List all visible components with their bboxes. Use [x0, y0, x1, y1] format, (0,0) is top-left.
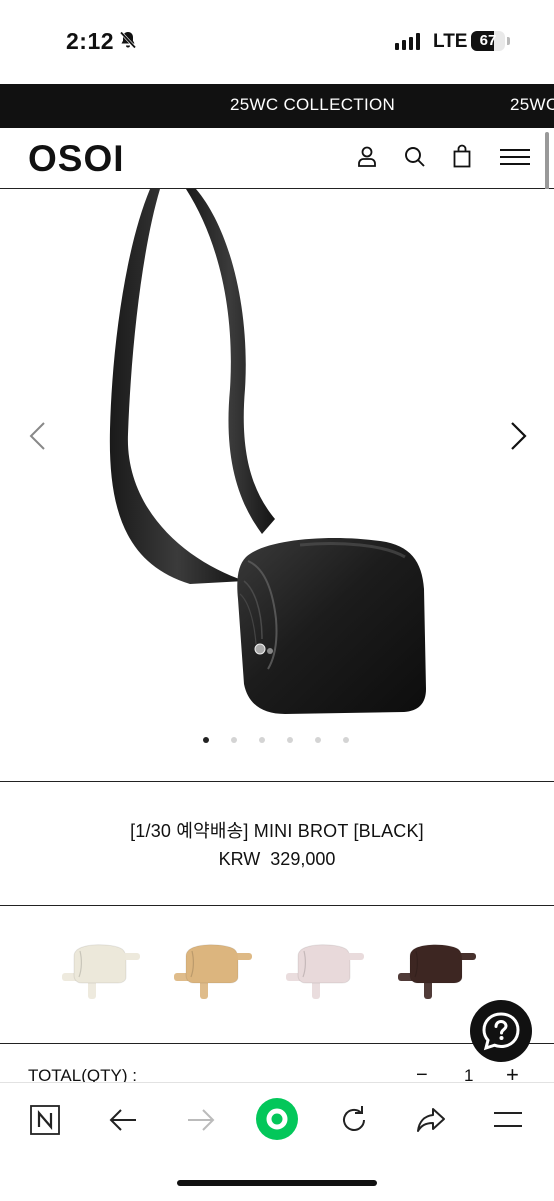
bell-muted-icon [118, 30, 138, 55]
product-name: [1/30 예약배송] MINI BROT [BLACK] [130, 821, 424, 841]
product-price: KRW 329,000 [0, 849, 554, 870]
color-swatch-tan[interactable] [172, 935, 256, 1005]
color-swatch-cream[interactable] [60, 935, 144, 1005]
carousel-dot[interactable] [343, 737, 349, 743]
carousel-dot[interactable] [287, 737, 293, 743]
carousel-next-arrow[interactable] [502, 420, 532, 452]
status-time: 2:12 [66, 28, 115, 54]
menu-icon[interactable] [499, 144, 531, 170]
carousel-prev-arrow[interactable] [24, 420, 54, 452]
banner-text-repeat[interactable]: 25WC COLLECTION [510, 95, 554, 115]
product-photo-black-bag [109, 189, 426, 714]
color-swatch-pink[interactable] [284, 935, 368, 1005]
carousel-dot[interactable] [231, 737, 237, 743]
price-currency: KRW [218, 849, 261, 869]
reload-icon[interactable] [337, 1103, 371, 1137]
cellular-signal-icon [395, 33, 420, 50]
share-icon[interactable] [414, 1103, 448, 1137]
home-green-icon[interactable] [255, 1097, 299, 1141]
help-chat-button[interactable] [470, 1000, 532, 1062]
divider [0, 781, 554, 782]
brand-logo[interactable]: OSOI [28, 138, 125, 180]
status-bar: 2:12 LTE 67 [0, 0, 554, 84]
battery-level: 67 [479, 32, 497, 49]
shopping-bag-icon[interactable] [449, 144, 475, 170]
user-icon[interactable] [354, 144, 380, 170]
network-type: LTE [433, 31, 468, 52]
battery-tip [507, 37, 510, 45]
carousel-pagination[interactable] [203, 737, 349, 743]
divider [0, 905, 554, 906]
carousel-dot[interactable] [315, 737, 321, 743]
carousel-dot[interactable] [203, 737, 209, 743]
color-swatch-brown[interactable] [396, 935, 480, 1005]
back-icon[interactable] [106, 1103, 140, 1137]
product-image-carousel[interactable] [0, 189, 554, 781]
browser-menu-icon[interactable] [491, 1103, 525, 1137]
color-variants [60, 935, 480, 1005]
site-header: OSOI [0, 128, 554, 189]
announcement-banner[interactable]: 25WC COLLECTION 25WC COLLECTION [0, 84, 554, 128]
banner-text[interactable]: 25WC COLLECTION [230, 95, 395, 115]
search-icon[interactable] [402, 144, 428, 170]
forward-icon[interactable] [184, 1103, 218, 1137]
carousel-dot[interactable] [259, 737, 265, 743]
question-chat-icon [482, 1012, 520, 1051]
price-value: 329,000 [270, 849, 336, 869]
naver-n-icon[interactable] [28, 1103, 62, 1137]
battery-icon: 67 [471, 31, 505, 51]
home-indicator[interactable] [177, 1180, 377, 1186]
